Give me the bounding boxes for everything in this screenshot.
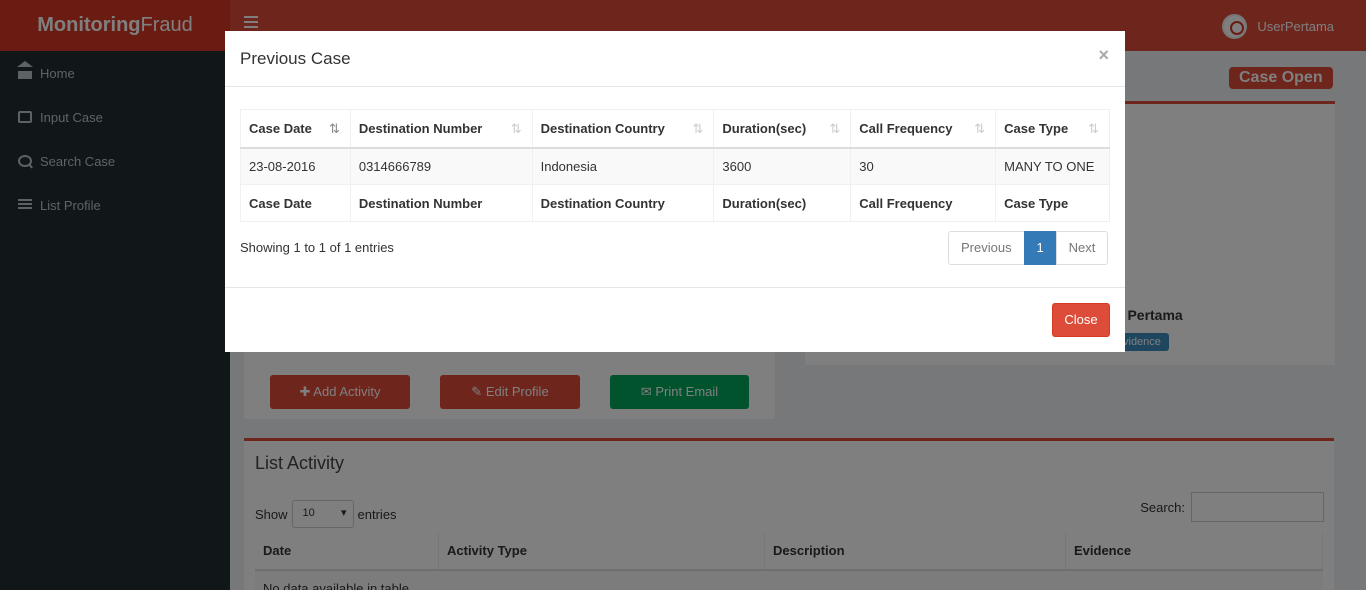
- sort-icon: ⇅: [974, 121, 986, 136]
- footer-case-date: Case Date: [240, 184, 351, 222]
- close-icon[interactable]: ×: [1098, 45, 1109, 66]
- cell-destination-number: 0314666789: [349, 147, 533, 185]
- sort-icon: ⇅: [1088, 121, 1099, 136]
- column-header-case-date[interactable]: Case Date ⇅: [240, 109, 351, 149]
- modal-footer: Close: [225, 287, 1125, 352]
- sort-asc-icon: ⇅: [328, 121, 340, 136]
- previous-case-table: Case Date ⇅ Destination Number ⇅ Destinati…: [240, 109, 1110, 222]
- footer-destination-country: Destination Country: [531, 184, 715, 222]
- cell-case-date: 23-08-2016: [240, 147, 351, 185]
- cell-case-type: MANY TO ONE: [995, 147, 1110, 185]
- footer-case-type: Case Type: [995, 184, 1110, 222]
- column-header-duration[interactable]: Duration(sec) ⇅: [713, 109, 852, 149]
- cell-destination-country: Indonesia: [531, 147, 715, 185]
- modal-header: Previous Case ×: [225, 31, 1125, 87]
- pagination-next[interactable]: Next: [1055, 231, 1109, 265]
- column-header-destination-country[interactable]: Destination Country ⇅: [531, 109, 715, 149]
- modal-title: Previous Case: [240, 49, 351, 68]
- cell-call-frequency: 30: [850, 147, 997, 185]
- previous-case-modal: Previous Case × Case Date ⇅ Destination N…: [225, 31, 1125, 352]
- sort-icon: ⇅: [510, 121, 522, 136]
- column-header-case-type[interactable]: Case Type ⇅: [995, 109, 1110, 149]
- table-row: 23-08-2016 0314666789 Indonesia 3600 30 …: [240, 147, 1110, 185]
- cell-duration: 3600: [713, 147, 852, 185]
- close-button[interactable]: Close: [1052, 303, 1110, 337]
- pagination-page-1[interactable]: 1: [1023, 231, 1057, 265]
- sort-icon: ⇅: [692, 121, 704, 136]
- table-info: Showing 1 to 1 of 1 entries: [240, 240, 394, 255]
- footer-duration: Duration(sec): [713, 184, 852, 222]
- pagination: Previous 1 Next: [948, 231, 1109, 265]
- footer-destination-number: Destination Number: [349, 184, 533, 222]
- pagination-previous[interactable]: Previous: [948, 231, 1025, 265]
- column-header-call-frequency[interactable]: Call Frequency ⇅: [850, 109, 997, 149]
- footer-call-frequency: Call Frequency: [850, 184, 997, 222]
- sort-icon: ⇅: [829, 121, 841, 136]
- column-header-destination-number[interactable]: Destination Number ⇅: [349, 109, 533, 149]
